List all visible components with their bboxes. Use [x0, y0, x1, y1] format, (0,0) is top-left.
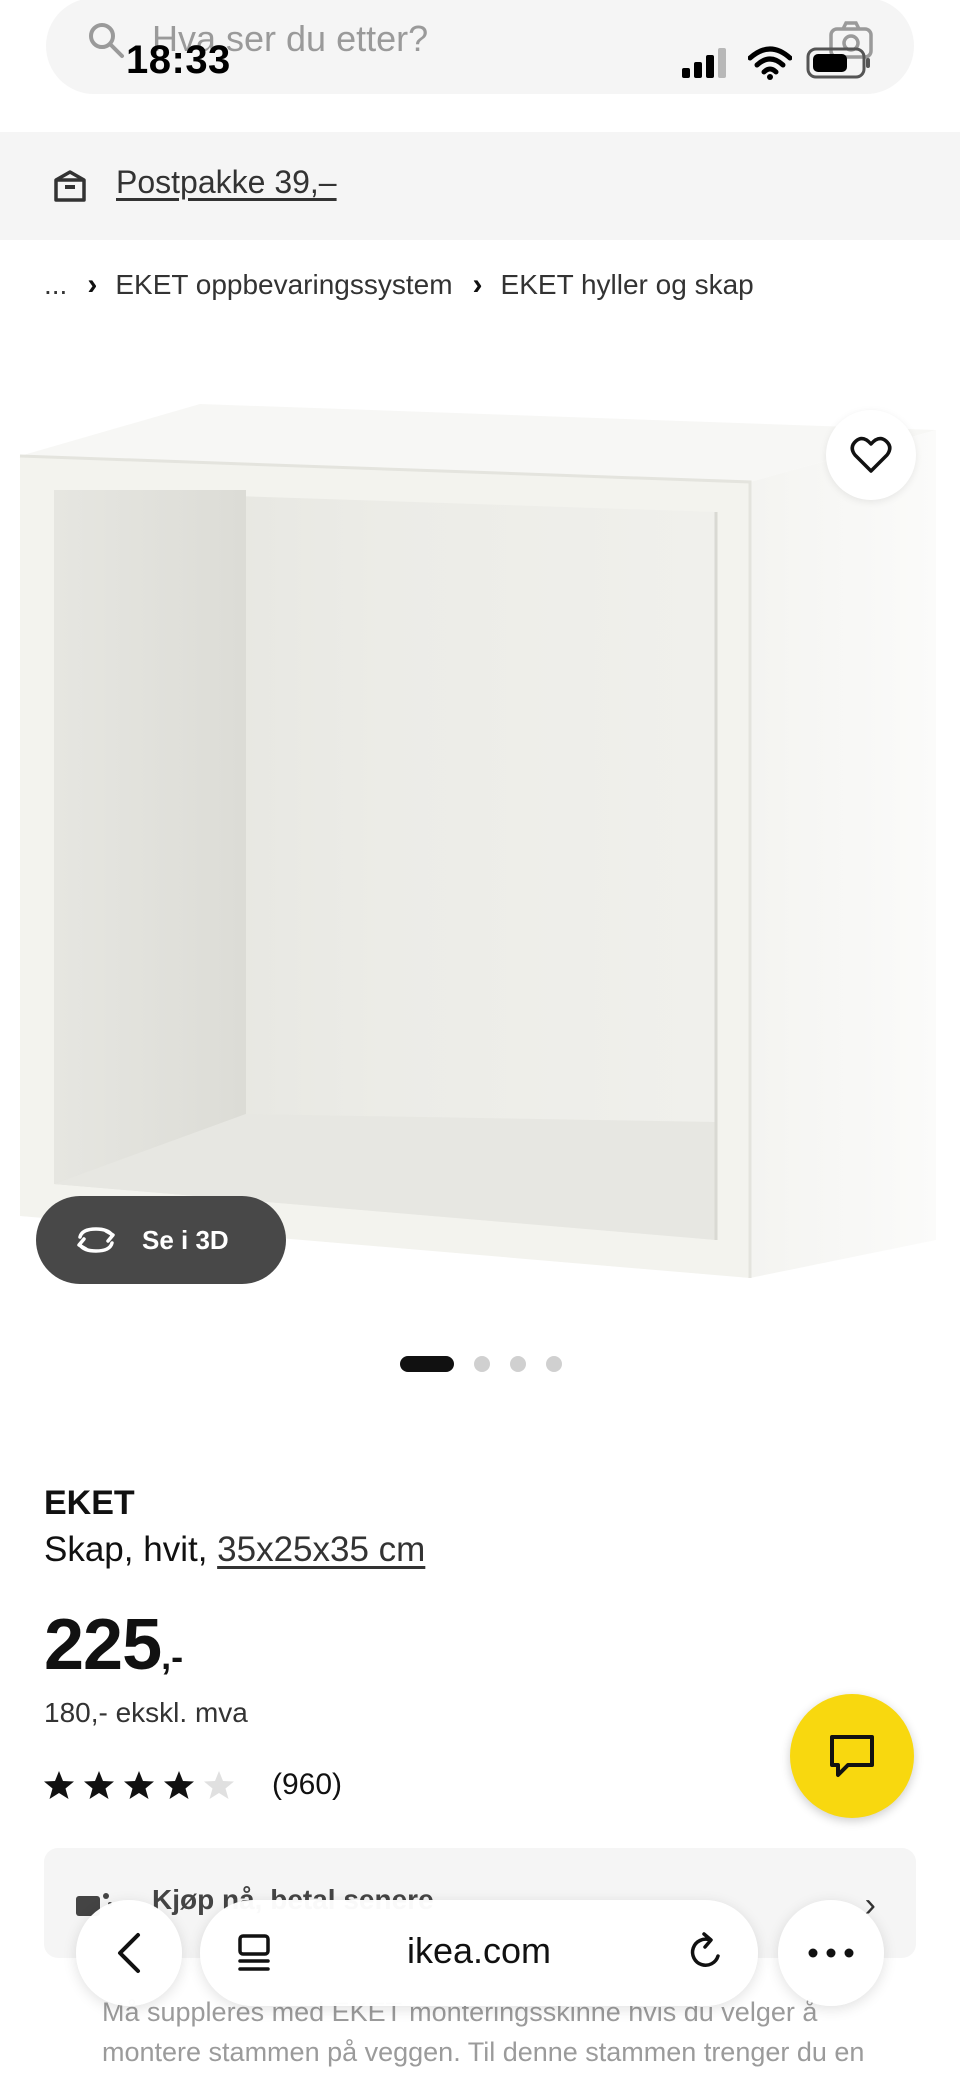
breadcrumb: ... › EKET oppbevaringssystem › EKET hyl…	[44, 268, 754, 302]
product-name: EKET	[44, 1484, 135, 1522]
breadcrumb-item[interactable]: EKET hyller og skap	[501, 269, 754, 301]
delivery-link[interactable]: Postpakke 39,–	[116, 164, 337, 201]
see-in-3d-label: Se i 3D	[142, 1224, 229, 1255]
carousel-dot-active[interactable]	[400, 1356, 454, 1372]
carousel-dot[interactable]	[510, 1356, 526, 1372]
battery-icon	[806, 47, 870, 79]
back-button[interactable]	[76, 1900, 182, 2006]
delivery-banner[interactable]: Postpakke 39,–	[0, 132, 960, 240]
carousel-dot[interactable]	[546, 1356, 562, 1372]
wifi-icon	[748, 46, 792, 80]
carousel-dots	[400, 1356, 582, 1372]
heart-icon	[850, 436, 892, 473]
chat-icon	[830, 1735, 874, 1777]
carousel-dot[interactable]	[474, 1356, 490, 1372]
breadcrumb-item[interactable]: EKET oppbevaringssystem	[115, 269, 452, 301]
price-suffix: ,-	[161, 1636, 184, 1677]
product-desc-prefix: Skap, hvit,	[44, 1530, 218, 1569]
rotate-3d-icon	[77, 1227, 115, 1253]
star-filled-icon	[84, 1771, 114, 1799]
price-integer: 225	[44, 1605, 162, 1685]
chevron-right-icon: ›	[472, 268, 483, 301]
package-icon	[54, 170, 86, 202]
address-bar[interactable]: ikea.com	[200, 1900, 758, 2006]
product-size-link[interactable]: 35x25x35 cm	[217, 1530, 425, 1569]
reload-icon[interactable]	[684, 1930, 728, 1974]
chat-button[interactable]	[790, 1694, 914, 1818]
star-filled-icon	[124, 1771, 154, 1799]
url-text[interactable]: ikea.com	[200, 1930, 758, 1972]
favorite-button[interactable]	[826, 410, 916, 500]
see-in-3d-button[interactable]: Se i 3D	[36, 1196, 286, 1284]
star-filled-icon	[164, 1771, 194, 1799]
star-empty-icon	[204, 1771, 234, 1799]
product-rating[interactable]: (960)	[44, 1768, 342, 1802]
product-description: Skap, hvit, 35x25x35 cm	[44, 1530, 425, 1570]
breadcrumb-item[interactable]: ...	[44, 269, 67, 301]
chevron-left-icon	[118, 1933, 140, 1973]
more-options-button[interactable]	[778, 1900, 884, 2006]
rating-count: (960)	[272, 1768, 343, 1801]
chevron-right-icon: ›	[87, 268, 98, 301]
search-icon	[89, 23, 124, 58]
status-time: 18:33	[126, 38, 231, 82]
price-excl-vat: 180,- ekskl. mva	[44, 1697, 248, 1728]
browser-toolbar: ikea.com	[0, 1900, 960, 2016]
product-price: 225,-	[44, 1604, 183, 1686]
more-icon	[808, 1948, 854, 1958]
signal-icon	[682, 48, 726, 78]
star-filled-icon	[44, 1771, 74, 1799]
product-image[interactable]	[0, 390, 960, 1330]
